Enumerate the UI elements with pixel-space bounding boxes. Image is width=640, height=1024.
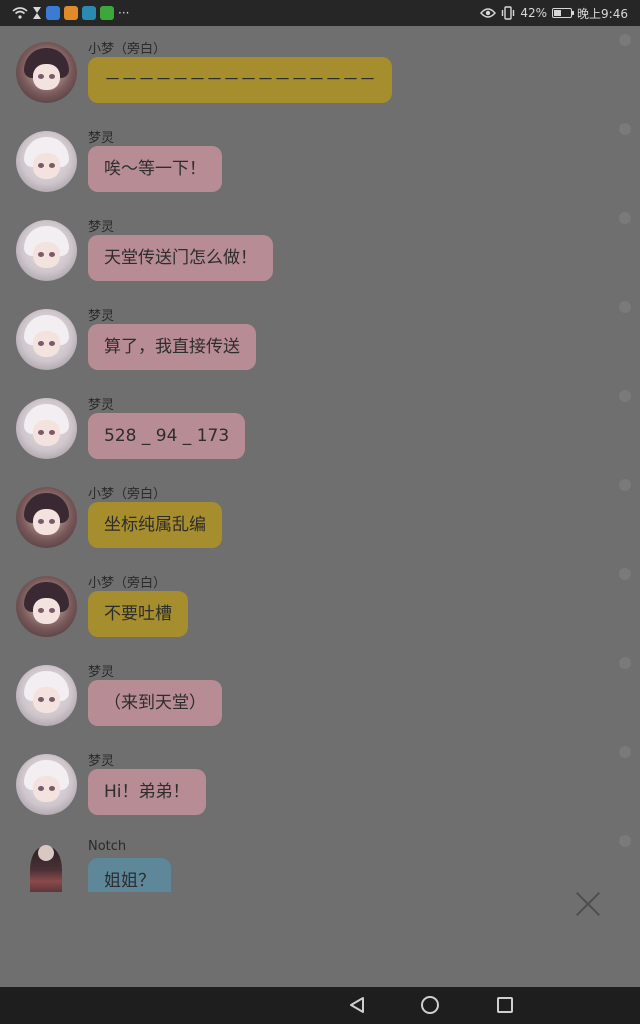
message-bubble[interactable]: 姐姐？ [88,858,171,892]
speaker-name: Notch [88,839,127,854]
eye-icon [480,8,497,18]
status-left: ··· [12,5,129,21]
message-row: 梦灵 Hi！弟弟！ [0,738,640,827]
message-indicator [619,835,631,847]
wifi-icon [12,7,28,19]
message-indicator [619,390,631,402]
speaker-name: 梦灵 [88,398,115,413]
speaker-name: 小梦（旁白） [88,42,167,57]
message-row: 梦灵 （来到天堂） [0,649,640,738]
back-icon[interactable] [348,996,366,1014]
hourglass-icon [33,7,41,19]
message-bubble[interactable]: 算了，我直接传送 [88,324,256,370]
home-icon[interactable] [421,996,439,1014]
avatar[interactable] [16,665,77,726]
speaker-name: 梦灵 [88,131,115,146]
message-indicator [619,123,631,135]
battery-icon [552,8,575,18]
avatar[interactable] [16,220,77,281]
message-bubble[interactable]: 不要吐槽 [88,591,188,637]
status-right: 42% 晚上9:46 [480,5,628,21]
avatar[interactable] [16,42,77,103]
app-blue-icon [46,6,60,20]
message-row: 梦灵 528 _ 94 _ 173 [0,382,640,471]
message-row: 梦灵 天堂传送门怎么做！ [0,204,640,293]
avatar[interactable] [16,487,77,548]
chat-list[interactable]: 小梦（旁白） －－－－－－－－－－－－－－－－ 梦灵 唉～等一下！ 梦灵 天堂传送门怎么做… [0,26,640,892]
app-teal-icon [82,6,96,20]
message-bubble[interactable]: －－－－－－－－－－－－－－－－ [88,57,392,103]
speaker-name: 梦灵 [88,220,115,235]
speaker-name: 梦灵 [88,309,115,324]
message-indicator [619,568,631,580]
speaker-name: 小梦（旁白） [88,576,167,591]
message-row: 小梦（旁白） 坐标纯属乱编 [0,471,640,560]
message-indicator [619,212,631,224]
battery-percent: 42% [520,6,548,20]
speaker-name: 小梦（旁白） [88,487,167,502]
more-notifications: ··· [118,6,130,20]
message-indicator [619,479,631,491]
app-green-icon [100,6,114,20]
message-indicator [619,657,631,669]
avatar[interactable] [16,309,77,370]
message-bubble[interactable]: 天堂传送门怎么做！ [88,235,273,281]
message-indicator [619,301,631,313]
status-bar: ··· 42% 晚上9:46 [0,0,640,26]
message-bubble[interactable]: 坐标纯属乱编 [88,502,222,548]
message-bubble[interactable]: （来到天堂） [88,680,222,726]
message-row: 梦灵 算了，我直接传送 [0,293,640,382]
avatar[interactable] [16,754,77,815]
message-indicator [619,746,631,758]
message-row: 小梦（旁白） 不要吐槽 [0,560,640,649]
speaker-name: 梦灵 [88,665,115,680]
message-indicator [619,34,631,46]
message-row: 小梦（旁白） －－－－－－－－－－－－－－－－ [0,26,640,115]
message-bubble[interactable]: 528 _ 94 _ 173 [88,413,246,459]
avatar[interactable] [16,398,77,459]
avatar[interactable] [16,576,77,637]
avatar[interactable] [16,843,77,892]
close-icon[interactable] [574,890,602,918]
message-row: 梦灵 唉～等一下！ [0,115,640,204]
nav-bar [0,987,640,1024]
message-bubble[interactable]: Hi！弟弟！ [88,769,206,815]
app-orange-icon [64,6,78,20]
recents-icon[interactable] [497,997,513,1013]
speaker-name: 梦灵 [88,754,115,769]
message-row: Notch 姐姐？ [0,827,640,892]
vibrate-icon [502,6,515,20]
message-bubble[interactable]: 唉～等一下！ [88,146,222,192]
clock: 晚上9:46 [577,6,628,21]
avatar[interactable] [16,131,77,192]
